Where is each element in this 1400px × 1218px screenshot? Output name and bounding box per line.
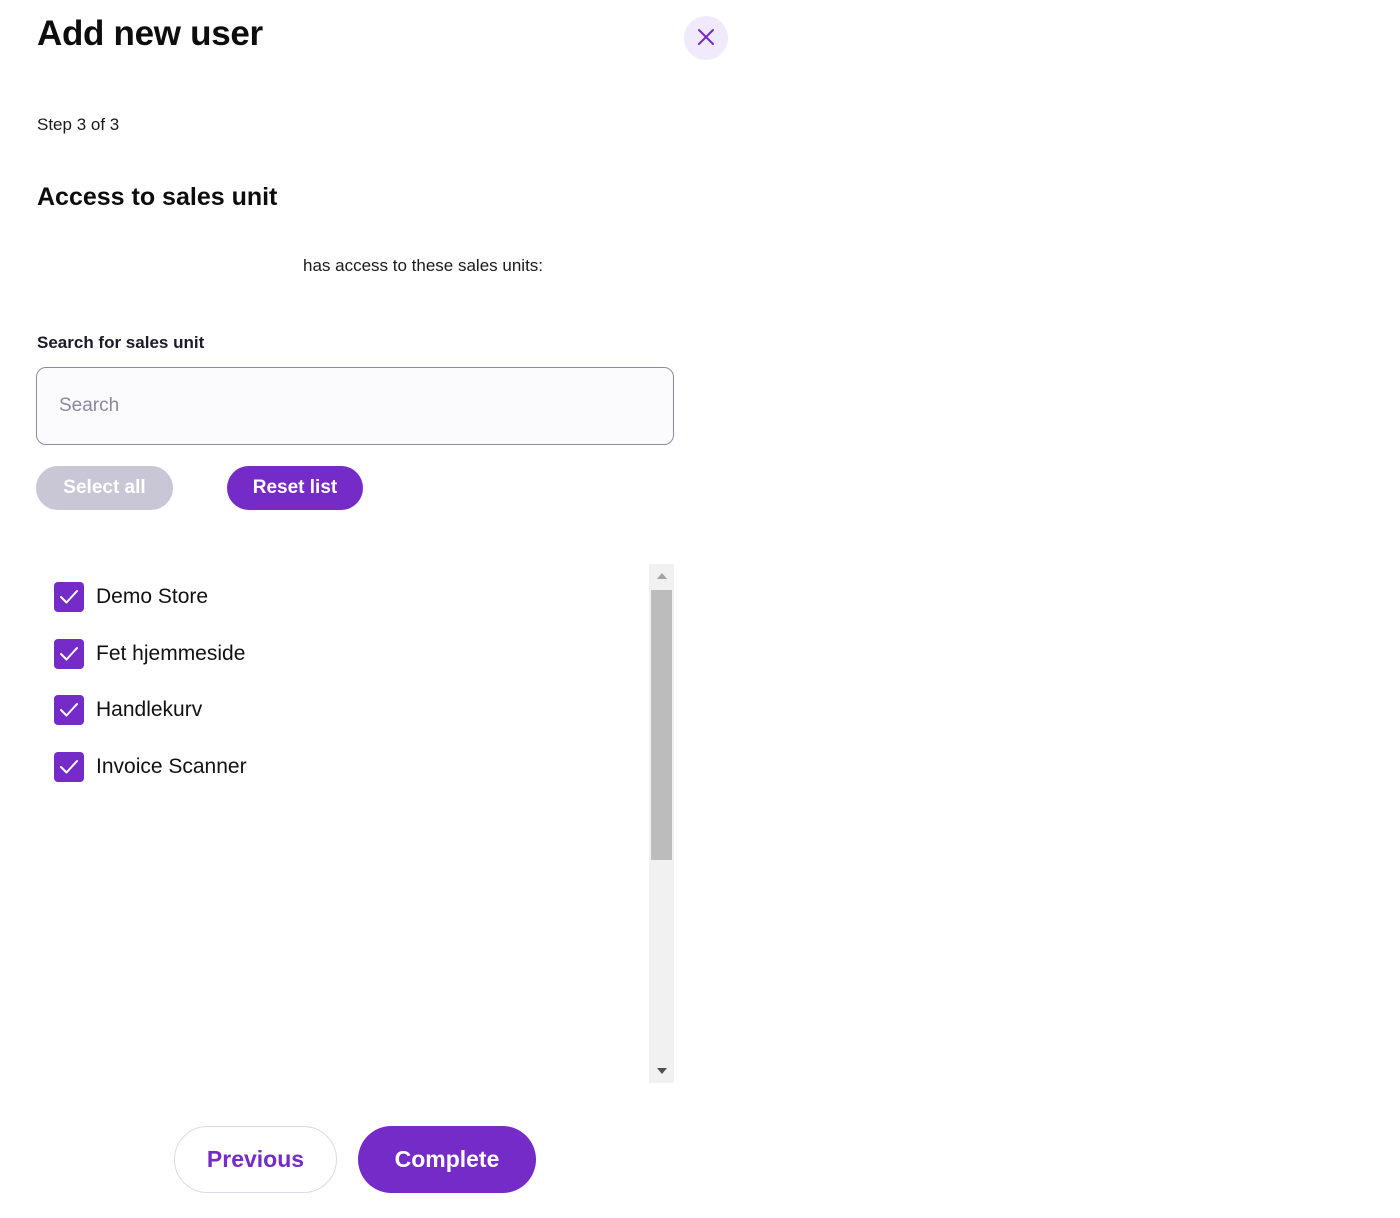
arrow-up-icon [656, 573, 667, 579]
list-item-label: Handlekurv [96, 698, 203, 721]
sales-unit-list: Demo Store Fet hjemmeside Handlekurv Inv… [36, 564, 674, 1083]
reset-list-button[interactable]: Reset list [227, 466, 363, 510]
list-item[interactable]: Handlekurv [54, 695, 202, 725]
checkbox-checked[interactable] [54, 695, 84, 725]
close-icon [697, 28, 715, 49]
access-description: has access to these sales units: [303, 256, 544, 275]
checkbox-checked[interactable] [54, 752, 84, 782]
close-button[interactable] [684, 16, 728, 60]
checkmark-icon [60, 703, 78, 717]
checkbox-checked[interactable] [54, 639, 84, 669]
list-item[interactable]: Fet hjemmeside [54, 639, 245, 669]
list-item[interactable]: Demo Store [54, 582, 208, 612]
complete-button[interactable]: Complete [358, 1126, 536, 1193]
list-item-label: Demo Store [96, 585, 209, 608]
page-title: Add new user [37, 14, 263, 53]
scroll-up-button[interactable] [649, 564, 674, 588]
search-input[interactable] [36, 367, 674, 445]
list-item-label: Fet hjemmeside [96, 642, 246, 665]
checkbox-checked[interactable] [54, 582, 84, 612]
step-indicator: Step 3 of 3 [37, 115, 120, 134]
checkmark-icon [60, 760, 78, 774]
search-label: Search for sales unit [37, 333, 205, 352]
select-all-button[interactable]: Select all [36, 466, 173, 510]
scrollbar[interactable] [649, 564, 674, 1083]
checkmark-icon [60, 647, 78, 661]
section-title: Access to sales unit [37, 183, 278, 211]
checkmark-icon [60, 590, 78, 604]
scrollbar-thumb[interactable] [651, 590, 672, 860]
scroll-down-button[interactable] [649, 1059, 674, 1083]
arrow-down-icon [656, 1068, 667, 1074]
list-item-label: Invoice Scanner [96, 755, 247, 778]
list-item[interactable]: Invoice Scanner [54, 752, 247, 782]
previous-button[interactable]: Previous [174, 1126, 337, 1193]
